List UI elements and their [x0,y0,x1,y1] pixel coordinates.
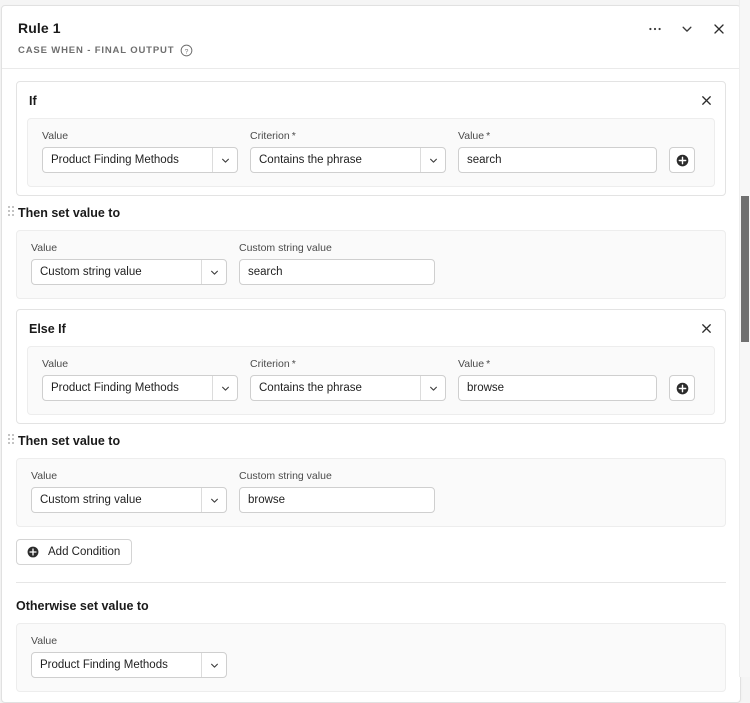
otherwise-title: Otherwise set value to [16,599,149,613]
chevron-down-icon [420,148,445,172]
field-then-custom-elseif: Custom string value browse [239,470,435,513]
field-label-criterion-if: Criterion * [250,130,296,142]
svg-text:?: ? [185,48,189,55]
field-value-if: Value Product Finding Methods [42,130,238,173]
field-value-elseif: Value Product Finding Methods [42,358,238,401]
required-marker: * [486,358,491,370]
question-circle-icon[interactable]: ? [180,44,193,57]
criterion-select-elseif-text: Contains the phrase [259,382,362,394]
then-custom-input-elseif[interactable]: browse [239,487,435,513]
then-value-select-elseif-text: Custom string value [40,494,142,506]
add-condition-label: Add Condition [48,546,121,558]
criterion-select-if[interactable]: Contains the phrase [250,147,446,173]
required-marker: * [486,130,491,142]
otherwise-value-select[interactable]: Product Finding Methods [31,652,227,678]
field-label-criterion-elseif: Criterion * [250,358,296,370]
condition-header-if: If [29,92,715,110]
then-custom-input-if[interactable]: search [239,259,435,285]
field-label-then-custom-elseif: Custom string value [239,470,332,482]
required-marker: * [291,130,296,142]
compare-value-input-elseif[interactable]: browse [458,375,657,401]
otherwise-value-select-text: Product Finding Methods [40,659,168,671]
then-fields-if: Value Custom string value Custom string … [16,230,726,299]
then-value-select-elseif[interactable]: Custom string value [31,487,227,513]
field-label-value-if: Value [42,130,69,142]
field-then-custom-if: Custom string value search [239,242,435,285]
chevron-down-icon [201,260,226,284]
header-actions [646,20,728,38]
condition-block-elseif: Else If Value Product Finding Methods Cr… [16,309,726,424]
condition-label-if: If [29,94,37,108]
condition-block-if: If Value Product Finding Methods Criteri… [16,81,726,196]
field-label-then-custom-if: Custom string value [239,242,332,254]
field-label-compare-value-if: Value * [458,130,491,142]
otherwise-panel: Value Product Finding Methods [16,623,726,692]
app-root: Rule 1 CASE WHEN - FINAL OUTPUT ? If Val… [0,0,750,703]
value-select-if[interactable]: Product Finding Methods [42,147,238,173]
then-title-elseif: Then set value to [18,434,121,448]
otherwise-fields: Value Product Finding Methods [16,623,726,692]
drag-handle-icon[interactable] [8,434,14,446]
field-then-value-if: Value Custom string value [31,242,227,285]
then-value-select-if[interactable]: Custom string value [31,259,227,285]
then-title-if: Then set value to [18,206,121,220]
close-button[interactable] [710,20,728,38]
section-divider [16,582,726,583]
add-condition-button[interactable]: Add Condition [16,539,133,565]
remove-condition-button-if[interactable] [697,91,715,109]
field-criterion-if: Criterion * Contains the phrase [250,130,446,173]
drag-handle-icon[interactable] [8,206,14,218]
then-section-elseif: Then set value to Value Custom string va… [8,432,726,527]
page-scrollbar-thumb[interactable] [741,196,749,342]
rule-card-body: If Value Product Finding Methods Criteri… [2,69,740,702]
rule-subtitle: CASE WHEN - FINAL OUTPUT [18,44,175,56]
value-select-elseif[interactable]: Product Finding Methods [42,375,238,401]
criterion-select-elseif[interactable]: Contains the phrase [250,375,446,401]
condition-label-elseif: Else If [29,322,66,336]
page-scrollbar-track[interactable] [739,0,750,677]
criteria-row-elseif: Value Product Finding Methods Criterion *… [27,346,715,415]
field-label-value-elseif: Value [42,358,69,370]
chevron-down-icon [201,653,226,677]
rule-card-header: Rule 1 CASE WHEN - FINAL OUTPUT ? [2,6,740,69]
field-otherwise-value: Value Product Finding Methods [31,635,227,678]
plus-circle-icon [26,545,40,559]
remove-condition-button-elseif[interactable] [697,319,715,337]
add-criteria-button-elseif[interactable] [669,375,695,401]
field-criterion-elseif: Criterion * Contains the phrase [250,358,446,401]
then-section-if: Then set value to Value Custom string va… [8,204,726,299]
rule-card: Rule 1 CASE WHEN - FINAL OUTPUT ? If Val… [1,5,741,703]
value-select-if-text: Product Finding Methods [51,154,179,166]
field-label-compare-value-elseif: Value * [458,358,491,370]
page-title: Rule 1 [18,20,61,36]
field-then-value-elseif: Value Custom string value [31,470,227,513]
chevron-down-icon [212,148,237,172]
then-fields-elseif: Value Custom string value Custom string … [16,458,726,527]
compare-value-input-if[interactable]: search [458,147,657,173]
field-compare-value-elseif: Value * browse [458,358,657,401]
add-criteria-button-if[interactable] [669,147,695,173]
criterion-select-if-text: Contains the phrase [259,154,362,166]
collapse-button[interactable] [678,20,696,38]
rule-subtitle-row: CASE WHEN - FINAL OUTPUT ? [18,44,724,57]
more-options-button[interactable] [646,20,664,38]
criteria-row-if: Value Product Finding Methods Criterion *… [27,118,715,187]
field-compare-value-if: Value * search [458,130,657,173]
value-select-elseif-text: Product Finding Methods [51,382,179,394]
chevron-down-icon [201,488,226,512]
chevron-down-icon [212,376,237,400]
field-label-then-value-if: Value [31,242,58,254]
field-label-otherwise-value: Value [31,635,58,647]
required-marker: * [291,358,296,370]
condition-header-elseif: Else If [29,320,715,338]
field-label-then-value-elseif: Value [31,470,58,482]
then-value-select-if-text: Custom string value [40,266,142,278]
chevron-down-icon [420,376,445,400]
